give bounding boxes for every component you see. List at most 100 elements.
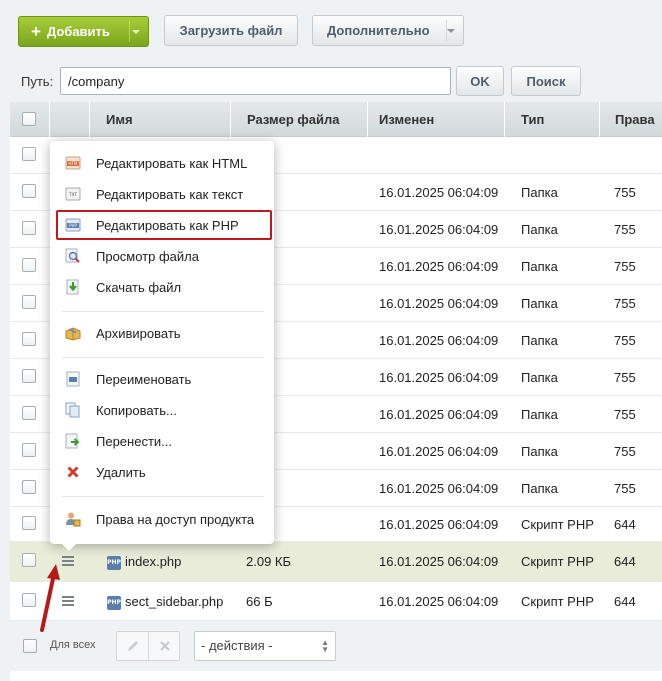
modified-date-cell: 16.01.2025 06:04:09 [379, 259, 498, 274]
menu-item-edit-html[interactable]: HTM Редактировать как HTML [50, 150, 274, 176]
modified-date-cell: 16.01.2025 06:04:09 [379, 554, 498, 569]
edit-button[interactable] [117, 632, 148, 660]
modified-date-cell: 16.01.2025 06:04:09 [379, 222, 498, 237]
delete-icon [67, 466, 79, 478]
move-icon [65, 433, 80, 449]
row-checkbox[interactable] [22, 593, 36, 607]
modified-date-cell-text: 16.01.2025 06:04:09 [379, 296, 499, 311]
context-menu: HTM Редактировать как HTML TXT Редактиро… [50, 141, 274, 544]
menu-item-rename[interactable]: Переименовать [50, 366, 274, 392]
row-checkbox[interactable] [22, 516, 36, 530]
menu-item-archive[interactable]: Архивировать [50, 320, 274, 346]
menu-item-view-file[interactable]: Просмотр файла [50, 243, 274, 269]
for-all-checkbox[interactable] [23, 639, 37, 653]
rename-icon [66, 371, 80, 387]
menu-item-label: Просмотр файла [96, 248, 199, 264]
file-type-cell-text: Папка [521, 370, 558, 385]
file-type-cell-text: Папка [521, 444, 558, 459]
select-all-cell [10, 102, 50, 137]
file-type-cell: Скрипт PHP [521, 594, 594, 609]
modified-date-cell-text: 16.01.2025 06:04:09 [379, 370, 499, 385]
rights-cell: 755 [614, 407, 636, 422]
file-name-cell-text: sect_sidebar.php [125, 594, 224, 609]
path-input[interactable] [60, 67, 451, 95]
rights-cell-text: 755 [614, 333, 636, 348]
file-size-cell: 2.09 КБ [246, 554, 291, 569]
rights-cell: 755 [614, 481, 636, 496]
menu-item-label: Архивировать [96, 325, 181, 341]
search-button[interactable]: Поиск [511, 66, 581, 96]
menu-item-download-file[interactable]: Скачать файл [50, 274, 274, 300]
delete-button[interactable] [149, 632, 180, 660]
menu-item-access-rights[interactable]: Права на доступ продукта [50, 506, 274, 532]
rights-cell: 644 [614, 554, 636, 569]
file-type-cell: Папка [521, 481, 558, 496]
modified-date-cell-text: 16.01.2025 06:04:09 [379, 185, 499, 200]
modified-date-cell-text: 16.01.2025 06:04:09 [379, 444, 499, 459]
menu-item-label: Редактировать как текст [96, 186, 244, 202]
table-row[interactable]: PHP sect_sidebar.php 66 Б 16.01.2025 06:04:… [10, 582, 662, 621]
row-checkbox[interactable] [22, 369, 36, 383]
column-header-name[interactable]: Имя [90, 102, 231, 137]
table-footer: Для всех - действия - ▲ ▼ [10, 621, 662, 671]
row-checkbox[interactable] [22, 147, 36, 161]
rights-cell: 755 [614, 444, 636, 459]
menu-item-edit-text[interactable]: TXT Редактировать как текст [50, 181, 274, 207]
row-checkbox[interactable] [22, 406, 36, 420]
column-header-rights[interactable]: Права на [600, 102, 662, 162]
rights-cell-text: 755 [614, 296, 636, 311]
file-type-cell-text: Скрипт PHP [521, 594, 594, 609]
select-arrows-icon: ▲ ▼ [321, 638, 329, 654]
menu-item-delete[interactable]: Удалить [50, 459, 274, 485]
more-button[interactable]: Дополнительно [312, 15, 464, 46]
file-name-cell[interactable]: PHP index.php [107, 554, 181, 570]
ok-button[interactable]: OK [456, 66, 504, 96]
row-checkbox[interactable] [22, 258, 36, 272]
file-type-cell: Папка [521, 259, 558, 274]
column-header-type[interactable]: Тип [505, 102, 600, 137]
rights-cell-text: 644 [614, 554, 636, 569]
close-icon [159, 641, 170, 651]
file-type-cell: Скрипт PHP [521, 517, 594, 532]
menu-item-copy[interactable]: Копировать... [50, 397, 274, 423]
menu-separator [62, 311, 264, 312]
modified-date-cell-text: 16.01.2025 06:04:09 [379, 594, 499, 609]
modified-date-cell: 16.01.2025 06:04:09 [379, 444, 498, 459]
table-row[interactable]: PHP index.php 2.09 КБ 16.01.2025 06:04:09 Ск… [10, 542, 662, 582]
file-size-cell: 66 Б [246, 594, 273, 609]
file-type-cell: Папка [521, 333, 558, 348]
chevron-down-icon[interactable] [132, 30, 140, 34]
column-header-modified[interactable]: Изменен [368, 102, 505, 137]
copy-icon [65, 402, 80, 418]
upload-file-button[interactable]: Загрузить файл [164, 15, 298, 46]
row-checkbox[interactable] [22, 443, 36, 457]
modified-date-cell-text: 16.01.2025 06:04:09 [379, 407, 499, 422]
path-label: Путь: [21, 74, 54, 89]
user-lock-icon [66, 512, 81, 527]
menu-item-label: Редактировать как HTML [96, 155, 248, 171]
annotation-highlight-box [56, 210, 272, 240]
modified-date-cell-text: 16.01.2025 06:04:09 [379, 481, 499, 496]
column-header-size[interactable]: Размер файла [231, 102, 368, 137]
file-type-cell-text: Папка [521, 259, 558, 274]
rights-cell: 755 [614, 296, 636, 311]
row-checkbox[interactable] [22, 295, 36, 309]
chevron-down-icon[interactable] [447, 29, 455, 33]
svg-text:HTM: HTM [69, 161, 78, 166]
menu-item-move[interactable]: Перенести... [50, 428, 274, 454]
row-checkbox[interactable] [22, 332, 36, 346]
modified-date-cell: 16.01.2025 06:04:09 [379, 370, 498, 385]
actions-select[interactable]: - действия - ▲ ▼ [194, 631, 336, 661]
rights-cell-text: 755 [614, 444, 636, 459]
row-checkbox[interactable] [22, 221, 36, 235]
file-name-cell[interactable]: PHP sect_sidebar.php [107, 594, 223, 610]
select-all-checkbox[interactable] [22, 112, 36, 126]
add-button[interactable]: + Добавить [18, 16, 149, 47]
file-type-cell: Папка [521, 444, 558, 459]
menu-item-label: Переименовать [96, 371, 192, 387]
modified-date-cell-text: 16.01.2025 06:04:09 [379, 333, 499, 348]
modified-date-cell: 16.01.2025 06:04:09 [379, 333, 498, 348]
row-checkbox[interactable] [22, 480, 36, 494]
row-checkbox[interactable] [22, 553, 36, 567]
row-checkbox[interactable] [22, 184, 36, 198]
